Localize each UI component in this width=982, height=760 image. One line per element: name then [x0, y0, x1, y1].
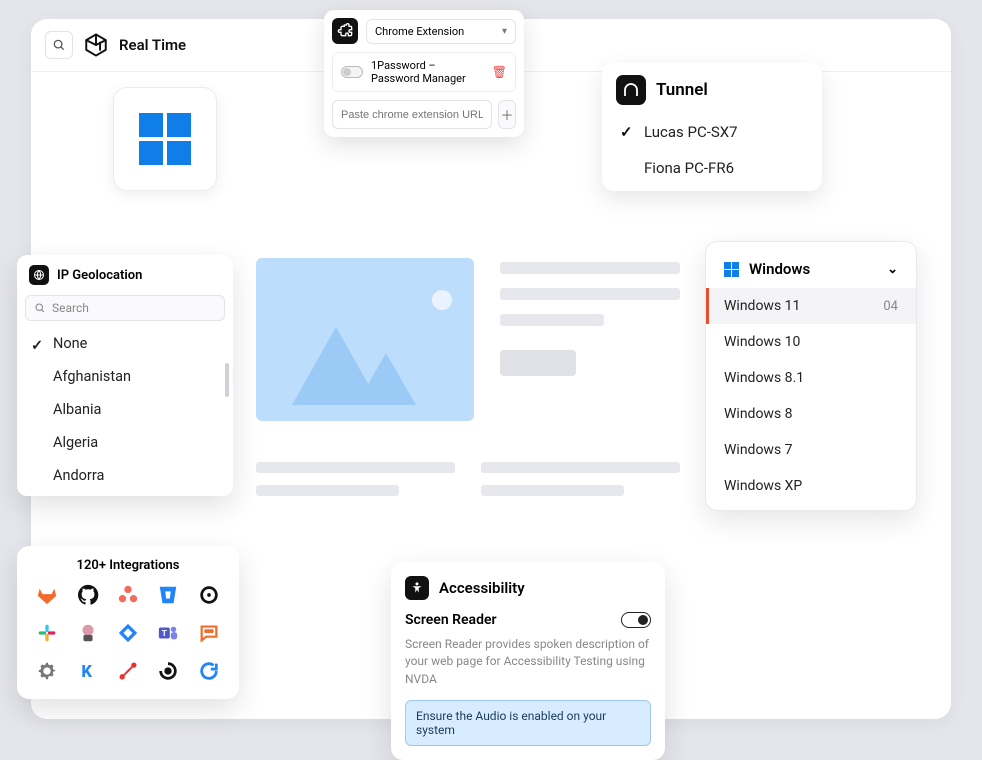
chat-icon[interactable] — [197, 621, 221, 645]
geo-item-label: Afghanistan — [53, 368, 131, 385]
asana-icon[interactable] — [116, 583, 140, 607]
windows-version-item[interactable]: Windows XP — [706, 468, 916, 504]
k-icon[interactable]: K — [76, 659, 100, 683]
extension-enable-toggle[interactable] — [341, 66, 363, 78]
geo-item-label: Andorra — [53, 467, 104, 484]
windows-version-item[interactable]: Windows 8 — [706, 396, 916, 432]
geo-item[interactable]: Afghanistan — [17, 360, 233, 393]
content-skeleton — [256, 258, 680, 421]
extension-url-input[interactable] — [332, 100, 492, 129]
skeleton-line — [256, 485, 399, 496]
geo-search-placeholder: Search — [52, 301, 89, 315]
tools-icon[interactable] — [116, 659, 140, 683]
ip-geolocation-panel: IP Geolocation Search ✓None Afghanistan … — [17, 255, 233, 496]
geo-item-label: None — [53, 335, 87, 352]
chevron-down-icon: ⌄ — [887, 262, 898, 277]
geo-item[interactable]: Algeria — [17, 426, 233, 459]
windows-logo-icon — [139, 113, 191, 165]
screen-reader-toggle[interactable] — [621, 612, 651, 628]
windows-version-dropdown: Windows ⌄ Windows 11 04 Windows 10 Windo… — [705, 241, 917, 511]
skeleton-line — [481, 462, 680, 473]
skeleton-button — [500, 350, 576, 376]
extension-item-row: 1Password – Password Manager 🗑 — [332, 52, 516, 92]
extension-type-dropdown[interactable]: Chrome Extension ▾ — [366, 19, 516, 44]
search-button[interactable] — [45, 31, 73, 59]
skeleton-line — [256, 462, 455, 473]
screen-reader-label: Screen Reader — [405, 612, 497, 628]
skeleton-line — [481, 485, 624, 496]
check-icon: ✓ — [620, 123, 634, 141]
windows-version-item[interactable]: Windows 11 04 — [706, 288, 916, 324]
windows-version-header[interactable]: Windows ⌄ — [706, 250, 916, 288]
trash-icon[interactable]: 🗑 — [492, 65, 507, 79]
version-label: Windows 7 — [724, 442, 793, 458]
bitbucket-icon[interactable] — [156, 583, 180, 607]
windows-logo-icon — [724, 262, 739, 277]
image-placeholder — [256, 258, 474, 421]
tunnel-item-label: Fiona PC-FR6 — [644, 159, 734, 177]
version-label: Windows 8.1 — [724, 370, 804, 386]
geo-search-input[interactable]: Search — [25, 295, 225, 321]
geo-title: IP Geolocation — [57, 268, 142, 283]
svg-text:K: K — [81, 663, 92, 681]
chrome-extension-popover: Chrome Extension ▾ 1Password – Password … — [324, 10, 524, 137]
refresh-icon[interactable] — [197, 659, 221, 683]
geo-item-label: Albania — [53, 401, 101, 418]
circle-dot-icon[interactable] — [156, 659, 180, 683]
skeleton-line — [500, 288, 680, 300]
check-icon: ✓ — [31, 337, 43, 354]
add-extension-button[interactable]: ＋ — [498, 100, 516, 129]
jira-icon[interactable] — [116, 621, 140, 645]
globe-icon — [29, 265, 49, 285]
accessibility-card: Accessibility Screen Reader Screen Reade… — [391, 562, 665, 760]
accessibility-icon — [405, 576, 429, 600]
integrations-title: 120+ Integrations — [31, 558, 225, 573]
settings-gear-icon[interactable] — [35, 659, 59, 683]
version-label: Windows 10 — [724, 334, 800, 350]
skeleton-line — [500, 314, 604, 326]
version-label: Windows XP — [724, 478, 802, 494]
geo-item-label: Algeria — [53, 434, 98, 451]
integrations-card: 120+ Integrations T K — [17, 546, 239, 699]
windows-version-title: Windows — [749, 260, 810, 278]
extension-type-label: Chrome Extension — [375, 25, 464, 38]
accessibility-title: Accessibility — [439, 579, 525, 597]
content-skeleton-footer — [256, 462, 680, 496]
windows-os-tile[interactable] — [113, 87, 217, 191]
github-icon[interactable] — [76, 583, 100, 607]
jenkins-icon[interactable] — [76, 621, 100, 645]
tunnel-item[interactable]: Fiona PC-FR6 — [616, 151, 808, 185]
search-icon — [52, 38, 66, 52]
logo-icon — [83, 32, 109, 58]
tunnel-card: Tunnel ✓ Lucas PC-SX7 Fiona PC-FR6 — [602, 63, 822, 191]
tunnel-icon — [616, 75, 646, 105]
extension-item-name: 1Password – Password Manager — [371, 59, 484, 85]
tunnel-item[interactable]: ✓ Lucas PC-SX7 — [616, 115, 808, 149]
tunnel-title: Tunnel — [656, 80, 708, 100]
geo-item[interactable]: Andorra — [17, 459, 233, 492]
windows-version-item[interactable]: Windows 7 — [706, 432, 916, 468]
tunnel-item-label: Lucas PC-SX7 — [644, 123, 738, 141]
audio-note: Ensure the Audio is enabled on your syst… — [405, 700, 651, 746]
version-label: Windows 11 — [724, 298, 800, 314]
extension-puzzle-icon — [332, 18, 358, 44]
screen-reader-description: Screen Reader provides spoken descriptio… — [405, 636, 651, 688]
teams-icon[interactable]: T — [156, 621, 180, 645]
svg-text:T: T — [162, 629, 167, 639]
geo-item[interactable]: ✓ None — [17, 327, 233, 360]
geo-item[interactable]: Albania — [17, 393, 233, 426]
version-count: 04 — [883, 299, 898, 314]
search-icon — [34, 302, 46, 314]
windows-version-item[interactable]: Windows 8.1 — [706, 360, 916, 396]
skeleton-line — [500, 262, 680, 274]
scrollbar-thumb[interactable] — [225, 363, 229, 397]
gitlab-icon[interactable] — [35, 583, 59, 607]
slack-icon[interactable] — [35, 621, 59, 645]
page-title: Real Time — [119, 36, 186, 54]
windows-version-item[interactable]: Windows 10 — [706, 324, 916, 360]
version-label: Windows 8 — [724, 406, 793, 422]
chevron-down-icon: ▾ — [502, 26, 507, 37]
circleci-icon[interactable] — [197, 583, 221, 607]
